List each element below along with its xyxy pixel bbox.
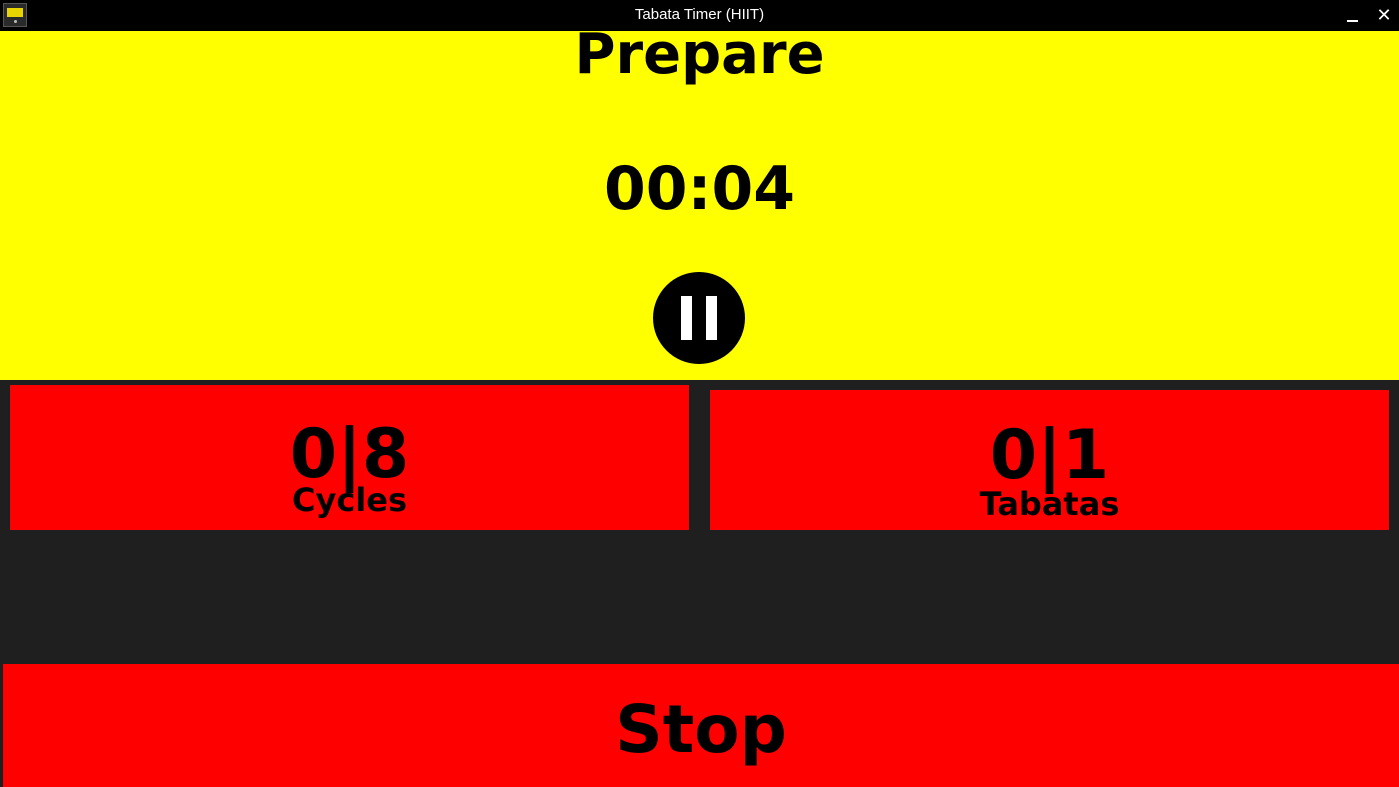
cycles-count: 0|8	[289, 415, 410, 494]
cycles-label: Cycles	[291, 481, 408, 519]
title-bar[interactable]: Tabata Timer (HIIT) ✕	[0, 0, 1399, 31]
stop-button[interactable]: Stop	[3, 664, 1399, 787]
tabatas-counter-card: 0|1 Tabatas	[710, 390, 1389, 530]
tabatas-label: Tabatas	[979, 485, 1120, 523]
close-button[interactable]: ✕	[1368, 0, 1399, 31]
close-icon: ✕	[1376, 5, 1392, 26]
minimize-icon	[1347, 20, 1358, 22]
cycles-counter-card: 0|8 Cycles	[10, 385, 689, 530]
phase-label: Prepare	[574, 31, 825, 87]
window-title: Tabata Timer (HIIT)	[634, 6, 765, 23]
phase-panel: Prepare 00:04	[0, 31, 1399, 380]
tabatas-count: 0|1	[989, 416, 1110, 495]
countdown-timer: 00:04	[604, 154, 795, 224]
app-window: Tabata Timer (HIIT) ✕ Prepare 00:04 0|8 …	[0, 0, 1399, 787]
pause-button[interactable]	[653, 272, 745, 364]
stop-button-label: Stop	[615, 691, 787, 768]
minimize-button[interactable]	[1336, 0, 1368, 31]
